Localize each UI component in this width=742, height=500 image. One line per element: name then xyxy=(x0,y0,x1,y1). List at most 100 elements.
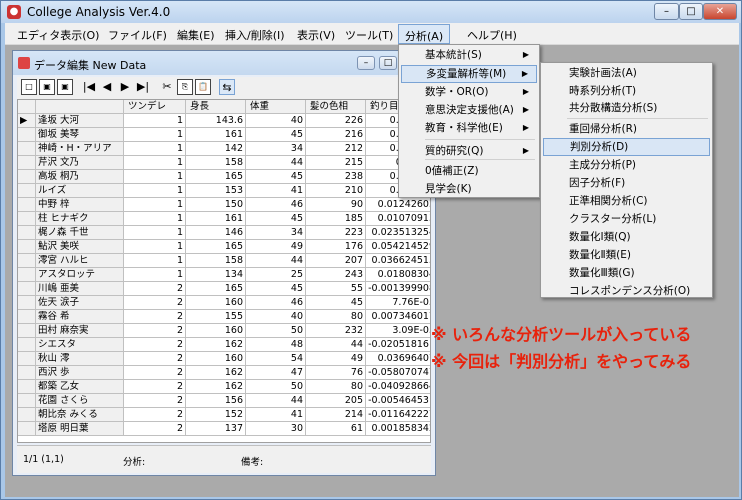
table-cell[interactable]: 146 xyxy=(186,226,246,240)
minimize-button[interactable]: – xyxy=(654,3,679,20)
multivariate-menu-item[interactable]: 重回帰分析(R) xyxy=(543,120,710,138)
row-indicator[interactable] xyxy=(18,226,36,240)
table-cell[interactable]: 1 xyxy=(124,184,186,198)
table-cell[interactable]: 212 xyxy=(306,142,366,156)
table-row[interactable]: 佐天 涙子 2 160 46 45 7.76E-05 xyxy=(18,296,430,310)
table-row[interactable]: 中野 梓 1 150 46 90 0.01242603 xyxy=(18,198,430,212)
multivariate-menu-item[interactable]: 因子分析(F) xyxy=(543,174,710,192)
table-cell[interactable]: 160 xyxy=(186,352,246,366)
table-row[interactable]: ▶逢坂 大河1143.6402260.084399 xyxy=(18,114,430,128)
table-row[interactable]: 都築 乙女 2 162 50 80 -0.040928664 xyxy=(18,380,430,394)
data-grid[interactable]: ツンデレ身長体重髪の色相釣り目度▶逢坂 大河1143.6402260.08439… xyxy=(17,99,431,443)
table-cell[interactable]: 0.001858342 xyxy=(366,422,430,436)
table-row[interactable]: 秋山 澪 2 160 54 49 0.03696407 xyxy=(18,352,430,366)
multivariate-menu-item[interactable]: 正準相関分析(C) xyxy=(543,192,710,210)
table-cell[interactable]: 1 xyxy=(124,268,186,282)
paste-icon[interactable]: 📋 xyxy=(195,79,211,95)
row-indicator[interactable] xyxy=(18,170,36,184)
analysis-menu-item[interactable]: 意思決定支援他(A) ▶ xyxy=(401,101,537,119)
table-cell[interactable]: 1 xyxy=(124,198,186,212)
table-cell[interactable]: 0.007346017 xyxy=(366,310,430,324)
menu-analysis[interactable]: 分析(A) xyxy=(398,24,451,44)
table-cell[interactable]: 158 xyxy=(186,254,246,268)
analysis-menu-item[interactable]: 基本統計(S) ▶ xyxy=(401,46,537,64)
row-indicator[interactable] xyxy=(18,128,36,142)
analysis-menu-item[interactable]: 質的研究(Q) ▶ xyxy=(401,142,537,160)
table-cell[interactable]: 0.03696407 xyxy=(366,352,430,366)
column-header[interactable]: 身長 xyxy=(186,100,246,114)
row-indicator[interactable] xyxy=(18,380,36,394)
menu-file[interactable]: ファイル(F) xyxy=(108,27,167,43)
table-cell[interactable]: 1 xyxy=(124,156,186,170)
table-row[interactable]: 御坂 美琴1161452160.003472 xyxy=(18,128,430,142)
table-cell[interactable]: -0.040928664 xyxy=(366,380,430,394)
row-name[interactable]: ルイズ xyxy=(36,184,124,198)
row-name[interactable]: 霧谷 希 xyxy=(36,310,124,324)
table-cell[interactable]: 2 xyxy=(124,394,186,408)
table-cell[interactable]: 214 xyxy=(306,408,366,422)
table-cell[interactable]: 44 xyxy=(306,338,366,352)
table-cell[interactable]: 30 xyxy=(246,422,306,436)
table-cell[interactable]: -0.058070747 xyxy=(366,366,430,380)
multivariate-menu-item[interactable]: 共分散構造分析(S) xyxy=(543,99,710,117)
table-cell[interactable]: 25 xyxy=(246,268,306,282)
table-cell[interactable]: 45 xyxy=(246,170,306,184)
child-maximize-button[interactable]: □ xyxy=(379,56,397,70)
table-cell[interactable]: 162 xyxy=(186,338,246,352)
table-cell[interactable]: 162 xyxy=(186,380,246,394)
table-cell[interactable]: 54 xyxy=(246,352,306,366)
table-row[interactable]: 花園 さくら 2 156 44 205 -0.005464531 xyxy=(18,394,430,408)
table-cell[interactable]: 185 xyxy=(306,212,366,226)
analysis-menu-item[interactable]: 0値補正(Z) xyxy=(401,162,537,180)
table-cell[interactable]: 155 xyxy=(186,310,246,324)
table-cell[interactable]: 243 xyxy=(306,268,366,282)
table-cell[interactable]: 2 xyxy=(124,408,186,422)
menu-edit[interactable]: 編集(E) xyxy=(177,27,215,43)
table-cell[interactable]: 2 xyxy=(124,366,186,380)
table-row[interactable]: 鮎沢 美咲 1 165 49 176 0.054214529 xyxy=(18,240,430,254)
menu-help[interactable]: ヘルプ(H) xyxy=(467,27,517,43)
table-row[interactable]: アスタロッテ 1 134 25 243 0.01808304 xyxy=(18,268,430,282)
row-indicator[interactable]: ▶ xyxy=(18,114,36,128)
analysis-menu-item[interactable]: 見学会(K) xyxy=(401,180,537,198)
row-name[interactable]: 芹沢 文乃 xyxy=(36,156,124,170)
table-cell[interactable]: 176 xyxy=(306,240,366,254)
table-cell[interactable]: 161 xyxy=(186,128,246,142)
table-row[interactable]: ルイズ1153412100.008794 xyxy=(18,184,430,198)
table-row[interactable]: 田村 麻奈実 2 160 50 232 3.09E-05 xyxy=(18,324,430,338)
table-cell[interactable]: -0.001399908 xyxy=(366,282,430,296)
table-row[interactable]: 柱 ヒナギク 1 161 45 185 0.01070913 xyxy=(18,212,430,226)
table-cell[interactable]: 216 xyxy=(306,128,366,142)
table-cell[interactable]: 142 xyxy=(186,142,246,156)
title-bar[interactable]: ● College Analysis Ver.4.0 – □ ✕ xyxy=(1,1,741,23)
row-indicator[interactable] xyxy=(18,282,36,296)
row-name[interactable]: 花園 さくら xyxy=(36,394,124,408)
table-cell[interactable]: 0.023513254 xyxy=(366,226,430,240)
table-cell[interactable]: 40 xyxy=(246,114,306,128)
column-header[interactable] xyxy=(18,100,36,114)
first-record-icon[interactable]: |◀ xyxy=(81,79,97,95)
multivariate-menu-item[interactable]: 数量化Ⅱ類(E) xyxy=(543,246,710,264)
table-cell[interactable]: 2 xyxy=(124,310,186,324)
table-row[interactable]: 澪宮 ハルヒ 1 158 44 207 0.036624515 xyxy=(18,254,430,268)
row-name[interactable]: 中野 梓 xyxy=(36,198,124,212)
column-header[interactable]: 体重 xyxy=(246,100,306,114)
table-cell[interactable]: 153 xyxy=(186,184,246,198)
table-cell[interactable]: 2 xyxy=(124,422,186,436)
table-cell[interactable]: 45 xyxy=(246,128,306,142)
table-cell[interactable]: 41 xyxy=(246,408,306,422)
row-indicator[interactable] xyxy=(18,296,36,310)
row-indicator[interactable] xyxy=(18,352,36,366)
table-cell[interactable]: 3.09E-05 xyxy=(366,324,430,338)
table-row[interactable]: 神崎・H・アリア1142342120.017986 xyxy=(18,142,430,156)
row-name[interactable]: 朝比奈 みくる xyxy=(36,408,124,422)
menu-view[interactable]: 表示(V) xyxy=(297,27,335,43)
maximize-button[interactable]: □ xyxy=(679,3,703,20)
table-cell[interactable]: -0.005464531 xyxy=(366,394,430,408)
table-cell[interactable]: 1 xyxy=(124,254,186,268)
row-indicator[interactable] xyxy=(18,240,36,254)
multivariate-menu-item[interactable]: 数量化Ⅲ類(G) xyxy=(543,264,710,282)
row-name[interactable]: 高坂 桐乃 xyxy=(36,170,124,184)
table-cell[interactable]: 162 xyxy=(186,366,246,380)
table-cell[interactable]: 207 xyxy=(306,254,366,268)
